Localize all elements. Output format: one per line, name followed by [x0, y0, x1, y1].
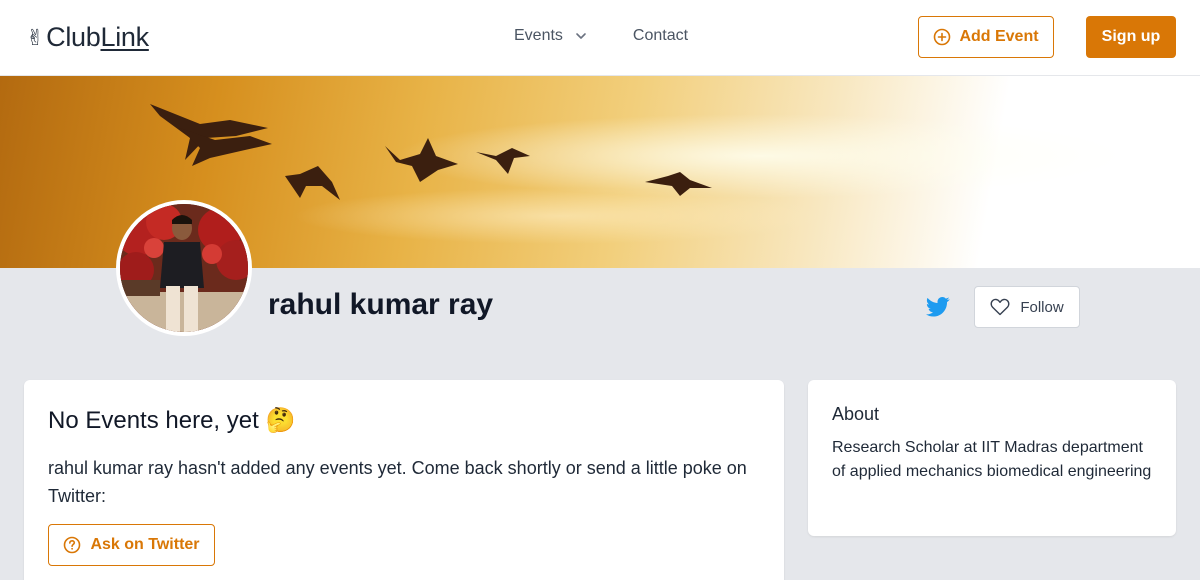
logo-text-link: Link	[100, 22, 149, 52]
events-card-title: No Events here, yet 🤔	[48, 407, 296, 434]
nav-events-dropdown[interactable]: Events	[514, 27, 589, 45]
avatar-photo	[120, 204, 248, 332]
twitter-icon[interactable]	[926, 296, 950, 318]
main-nav: Events Contact	[514, 27, 688, 45]
about-card: About Research Scholar at IIT Madras dep…	[808, 380, 1176, 536]
events-card: No Events here, yet 🤔 rahul kumar ray ha…	[24, 380, 784, 580]
about-card-text: Research Scholar at IIT Madras departmen…	[832, 439, 1152, 480]
clublink-logo[interactable]: ✌ Club Link	[26, 22, 149, 53]
chevron-down-icon	[576, 33, 586, 39]
ask-on-twitter-label: Ask on Twitter	[90, 536, 200, 553]
add-event-button[interactable]: Add Event	[918, 16, 1054, 58]
plus-circle-icon	[934, 28, 951, 46]
question-circle-icon	[64, 536, 81, 554]
nav-events-label: Events	[514, 27, 563, 44]
profile-name: rahul kumar ray	[268, 288, 494, 321]
victory-hand-icon: ✌	[26, 24, 45, 50]
heart-icon	[990, 298, 1010, 316]
add-event-label: Add Event	[959, 28, 1039, 45]
events-card-description: rahul kumar ray hasn't added any events …	[48, 458, 747, 506]
logo-text-club: Club	[46, 22, 101, 52]
ask-on-twitter-button[interactable]: Ask on Twitter	[48, 524, 215, 566]
site-header: ✌ Club Link Events Contact Add Event Sig…	[0, 0, 1200, 76]
follow-label: Follow	[1020, 298, 1064, 316]
about-card-title: About	[832, 404, 880, 424]
signup-button[interactable]: Sign up	[1086, 16, 1176, 58]
follow-button[interactable]: Follow	[974, 286, 1080, 328]
nav-contact-link[interactable]: Contact	[633, 27, 688, 45]
profile-avatar	[116, 200, 252, 336]
